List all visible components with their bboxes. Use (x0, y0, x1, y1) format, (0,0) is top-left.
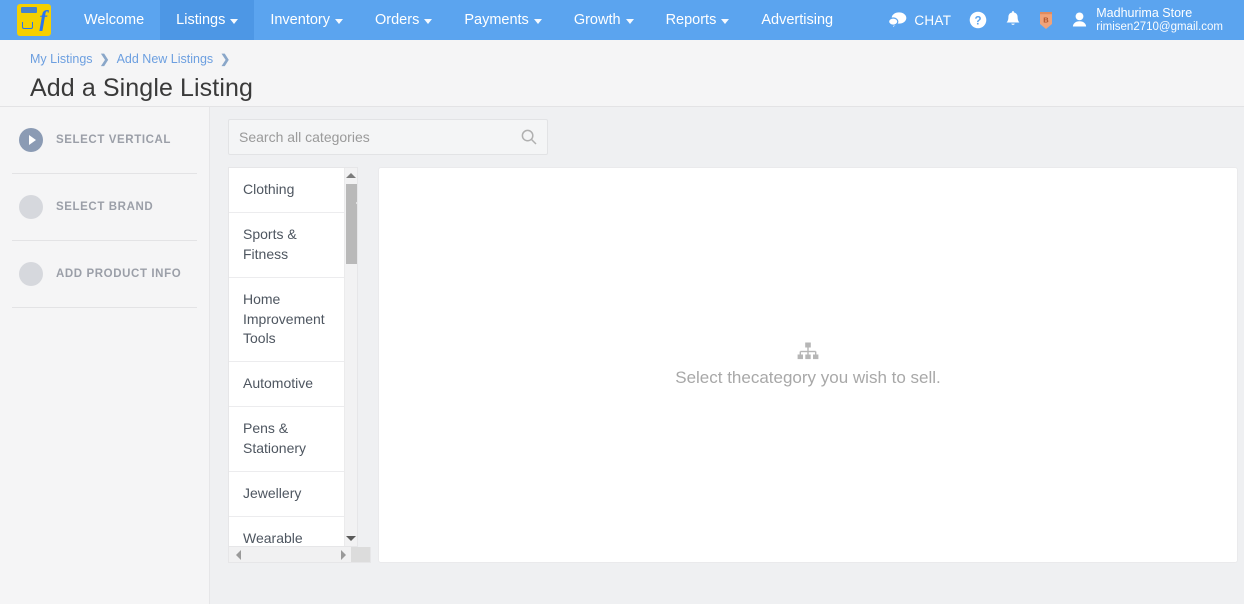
search-input[interactable] (239, 129, 521, 145)
nav-label: Growth (573, 12, 621, 28)
nav-item-welcome[interactable]: Welcome (68, 0, 160, 40)
list-item[interactable]: Sports & Fitness (229, 213, 344, 278)
sitemap-hierarchy-icon (797, 342, 819, 360)
search-icon[interactable] (521, 129, 537, 145)
list-item[interactable]: Clothing (229, 168, 344, 213)
list-item[interactable]: Wearable (229, 517, 344, 546)
notification-bell-icon (1006, 11, 1020, 25)
scroll-down-arrow-icon[interactable] (346, 536, 356, 541)
chat-bubbles-icon (888, 12, 907, 27)
wizard-step-sidebar: SELECT VERTICAL SELECT BRAND ADD PRODUCT… (0, 106, 210, 604)
chevron-down-icon (230, 18, 239, 24)
chevron-down-icon (533, 18, 542, 24)
sidebar-item-add-product-info[interactable]: ADD PRODUCT INFO (12, 241, 197, 308)
step-label: SELECT BRAND (56, 201, 154, 213)
bronze-tier-shield-icon: B (1040, 11, 1053, 29)
category-detail-panel: Select thecategory you wish to sell. (378, 167, 1238, 563)
user-avatar-icon (1073, 12, 1087, 27)
nav-item-advertising[interactable]: Advertising (745, 0, 849, 40)
chevron-down-icon (721, 18, 730, 24)
nav-item-growth[interactable]: Growth (558, 0, 650, 40)
nav-item-payments[interactable]: Payments (448, 0, 557, 40)
chevron-down-icon (625, 18, 634, 24)
step-dot-icon (19, 262, 43, 286)
selection-pointer-notch-icon (356, 192, 357, 214)
nav-label: Reports (665, 12, 717, 28)
nav-label: Payments (464, 12, 529, 28)
svg-text:?: ? (975, 15, 982, 27)
nav-item-listings[interactable]: Listings (160, 0, 255, 40)
category-horizontal-scrollbar[interactable] (228, 547, 371, 563)
scroll-right-arrow-icon[interactable] (341, 549, 346, 560)
breadcrumb-separator-icon: ❯ (220, 52, 231, 66)
sidebar-item-select-brand[interactable]: SELECT BRAND (12, 174, 197, 241)
scroll-left-arrow-icon[interactable] (236, 549, 241, 560)
nav-label: Advertising (761, 12, 834, 28)
sidebar-item-select-vertical[interactable]: SELECT VERTICAL (12, 107, 197, 174)
nav-label: Listings (176, 12, 226, 28)
category-vertical-scrollbar[interactable] (344, 168, 357, 546)
svg-text:B: B (1044, 15, 1050, 24)
account-store-name: Madhurima Store (1096, 5, 1193, 20)
breadcrumb-item-my-listings[interactable]: My Listings (30, 52, 93, 66)
nav-label: Welcome (84, 12, 145, 28)
nav-item-inventory[interactable]: Inventory (254, 0, 359, 40)
list-item[interactable]: Home Improvement Tools (229, 278, 344, 363)
chevron-down-icon (424, 18, 433, 24)
flipkart-logo-link[interactable]: f (0, 0, 68, 40)
page-content: SELECT VERTICAL SELECT BRAND ADD PRODUCT… (0, 106, 1244, 604)
primary-nav-items: Welcome Listings Inventory Orders Paymen… (68, 0, 849, 40)
category-browser: Clothing Sports & Fitness Home Improveme… (228, 167, 1238, 563)
chevron-right-icon (19, 128, 43, 152)
breadcrumb-separator-icon: ❯ (99, 52, 110, 66)
breadcrumb-item-add-new-listings[interactable]: Add New Listings (117, 52, 214, 66)
page-title: Add a Single Listing (30, 74, 253, 102)
list-item[interactable]: Automotive (229, 362, 344, 408)
category-column-wrapper: Clothing Sports & Fitness Home Improveme… (228, 167, 371, 563)
search-categories-box[interactable] (228, 119, 548, 155)
category-list: Clothing Sports & Fitness Home Improveme… (229, 168, 344, 546)
step-dot-icon (19, 195, 43, 219)
nav-utility-area: CHAT ? B Madhurima Store rimisen2710@gma… (879, 0, 1244, 40)
nav-item-orders[interactable]: Orders (359, 0, 448, 40)
help-button[interactable]: ? (960, 0, 996, 40)
top-navigation-bar: f Welcome Listings Inventory Orders Paym… (0, 0, 1244, 40)
flipkart-logo-icon: f (17, 4, 51, 36)
seller-tier-badge-button[interactable]: B (1030, 0, 1062, 40)
step-label: ADD PRODUCT INFO (56, 268, 182, 280)
account-email: rimisen2710@gmail.com (1096, 20, 1223, 33)
list-item[interactable]: Pens & Stationery (229, 407, 344, 472)
account-menu[interactable]: Madhurima Store rimisen2710@gmail.com (1062, 0, 1232, 40)
category-column-level-1: Clothing Sports & Fitness Home Improveme… (228, 167, 358, 547)
chat-button[interactable]: CHAT (879, 0, 960, 40)
horizontal-scrollbar-thumb[interactable] (351, 547, 370, 562)
nav-label: Orders (375, 12, 420, 28)
category-selection-area: Clothing Sports & Fitness Home Improveme… (210, 106, 1244, 604)
notifications-button[interactable] (996, 0, 1030, 40)
account-identity: Madhurima Store rimisen2710@gmail.com (1096, 6, 1223, 34)
nav-label: Inventory (270, 12, 330, 28)
nav-item-reports[interactable]: Reports (650, 0, 746, 40)
scroll-up-arrow-icon[interactable] (346, 173, 356, 178)
list-item[interactable]: Jewellery (229, 472, 344, 517)
step-label: SELECT VERTICAL (56, 134, 172, 146)
page-header: My Listings ❯ Add New Listings ❯ Add a S… (0, 40, 1244, 103)
breadcrumb: My Listings ❯ Add New Listings ❯ (30, 52, 1244, 66)
chat-label: CHAT (914, 12, 952, 28)
empty-state-message: Select thecategory you wish to sell. (675, 368, 941, 387)
chevron-down-icon (335, 18, 343, 24)
help-circle-icon: ? (969, 11, 987, 29)
